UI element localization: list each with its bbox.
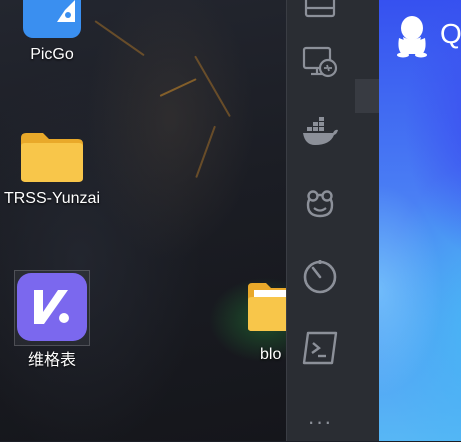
wallpaper-streak: [159, 78, 197, 97]
wallpaper-streak: [94, 20, 145, 57]
dock-item-docker[interactable]: [298, 112, 342, 152]
qq-background-wave: [379, 30, 461, 441]
folder-icon: [21, 133, 83, 182]
desktop-icon-label: TRSS-Yunzai: [3, 190, 101, 207]
wallpaper-streak: [195, 125, 216, 179]
desktop-icon-vika[interactable]: 维格表: [14, 272, 90, 370]
desktop-icon-picgo[interactable]: PicGo: [14, 0, 90, 64]
dock-item-terminal[interactable]: [298, 328, 342, 368]
frog-icon: [306, 190, 334, 218]
terminal-icon: [302, 331, 338, 365]
desktop-icon-trss-yunzai[interactable]: TRSS-Yunzai: [0, 130, 110, 208]
dock-hover-strip: [355, 79, 379, 113]
dock-item-top[interactable]: [298, 0, 342, 28]
qq-window-title: Q: [440, 18, 461, 49]
docker-icon: [303, 117, 338, 145]
desktop-wallpaper: [0, 0, 286, 441]
dock-item-remote-desktop[interactable]: [298, 42, 342, 82]
wallpaper-streak: [194, 55, 231, 118]
desktop-icon-label: 维格表: [27, 352, 76, 369]
window-icon: [304, 0, 336, 18]
desktop-icon-label: PicGo: [30, 46, 74, 63]
picgo-icon: [23, 0, 81, 38]
timer-icon: [303, 260, 337, 294]
vika-icon: [17, 273, 87, 341]
dock-item-frog-app[interactable]: [298, 184, 342, 224]
dock-more-button[interactable]: ···: [298, 402, 342, 442]
desktop-icon-label: blo: [260, 346, 282, 363]
remote-desktop-icon: [302, 46, 338, 78]
dock-item-timer[interactable]: [298, 256, 342, 296]
qq-penguin-icon: [397, 16, 427, 58]
